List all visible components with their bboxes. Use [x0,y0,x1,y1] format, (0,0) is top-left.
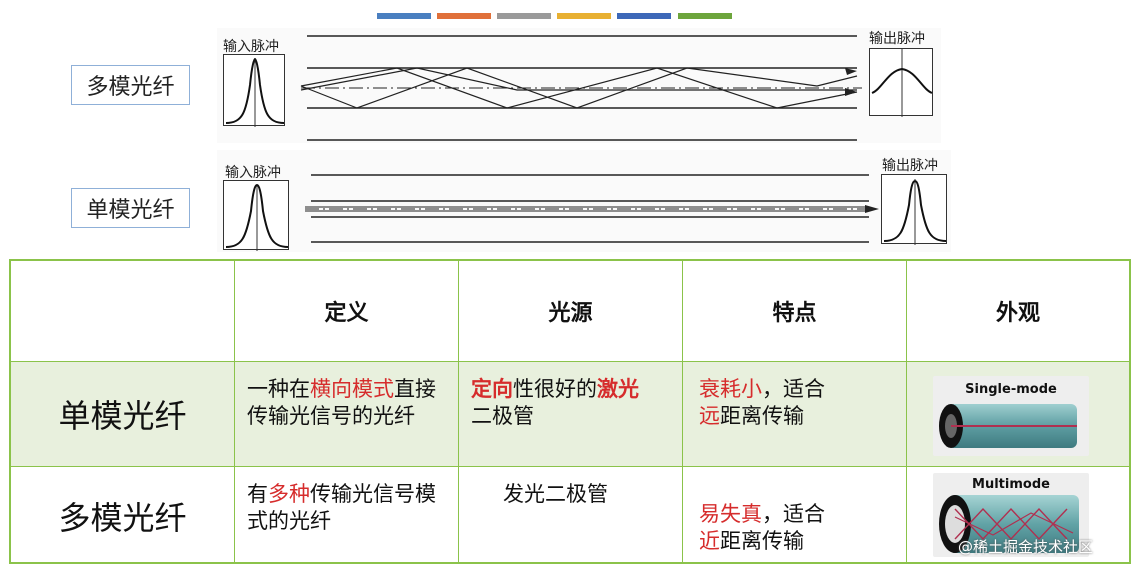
text: 性很好的 [513,377,597,401]
row-label-multimode: 多模光纤 [11,467,235,564]
highlight-text: 近 [699,529,720,553]
text: ，适合 [762,377,825,401]
header-features: 特点 [683,261,907,362]
source-multimode: 发光二极管 [459,467,683,564]
text: 一种在 [247,377,310,401]
text: 距离传输 [720,404,804,428]
feature-singlemode: 衰耗小，适合远距离传输 [683,362,907,467]
table-corner [11,261,235,362]
text: 发光二极管 [503,482,608,506]
feature-multimode: 易失真，适合近距离传输 [683,467,907,564]
source-singlemode: 定向性很好的激光二极管 [459,362,683,467]
color-bar-segment [377,13,431,19]
color-bar-segment [557,13,611,19]
header-light-source: 光源 [459,261,683,362]
highlight-text: 远 [699,404,720,428]
singlemode-fiber-paths [305,174,879,243]
text: 有 [247,482,268,506]
singlemode-label: 单模光纤 [71,188,190,228]
highlight-text: 定向 [471,377,513,401]
color-bar-segment [497,13,551,19]
row-label-singlemode: 单模光纤 [11,362,235,467]
multimode-diagram: 输入脉冲 输出脉冲 [217,28,941,143]
color-bar-segment [617,13,671,19]
header-appearance: 外观 [907,261,1129,362]
highlight-text: 多种 [268,482,310,506]
color-bar-segment [678,13,732,19]
definition-multimode: 有多种传输光信号模式的光纤 [235,467,459,564]
highlight-text: 激光 [597,377,639,401]
text: 距离传输 [720,529,804,553]
appearance-singlemode: Single-mode [907,362,1129,467]
multimode-label: 多模光纤 [71,65,190,105]
watermark: @稀土掘金技术社区 [958,538,1094,556]
highlight-text: 衰耗小 [699,377,762,401]
comparison-table: 定义 光源 特点 外观 单模光纤 一种在横向模式直接传输光信号的光纤 定向性很好… [9,259,1131,564]
singlemode-diagram: 输入脉冲 输出脉冲 [217,150,951,252]
header-definition: 定义 [235,261,459,362]
highlight-text: 横向模式 [310,377,394,401]
multimode-fiber-paths [300,35,862,141]
definition-singlemode: 一种在横向模式直接传输光信号的光纤 [235,362,459,467]
singlemode-fiber-image: Single-mode [933,376,1089,456]
text: 二极管 [471,404,534,428]
text: ，适合 [762,502,825,526]
highlight-text: 易失真 [699,502,762,526]
color-bar-segment [437,13,491,19]
